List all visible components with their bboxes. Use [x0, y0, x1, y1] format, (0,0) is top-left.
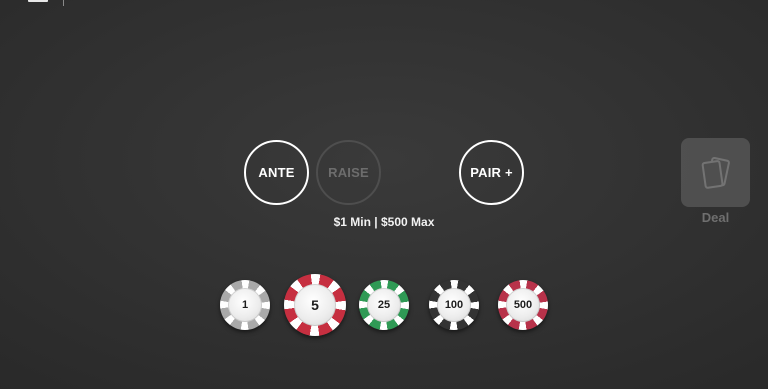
chip-face: 1	[228, 288, 262, 322]
table-limits: $1 Min | $500 Max	[333, 215, 435, 229]
chip-face: 500	[506, 288, 540, 322]
chip-face: 100	[437, 288, 471, 322]
chip-500[interactable]: 500	[498, 280, 548, 330]
chip-face: 5	[293, 283, 337, 327]
pair-plus-bet-spot[interactable]: PAIR +	[459, 140, 524, 205]
chip-value: 500	[513, 299, 533, 311]
ante-label: ANTE	[258, 165, 295, 180]
chip-value: 25	[377, 299, 391, 311]
chip-value: 5	[311, 297, 319, 313]
deal-label: Deal	[701, 210, 730, 225]
raise-bet-spot: RAISE	[316, 140, 381, 205]
chip-face: 25	[367, 288, 401, 322]
header-divider	[63, 0, 64, 6]
raise-label: RAISE	[328, 165, 369, 180]
deal-control: Deal	[681, 138, 750, 225]
cards-icon	[701, 156, 730, 189]
chip-100[interactable]: 100	[429, 280, 479, 330]
chip-value: 100	[444, 299, 464, 311]
chip-1[interactable]: 1	[220, 280, 270, 330]
chip-value: 1	[241, 299, 249, 311]
logo-fragment	[28, 0, 48, 2]
pair-plus-label: PAIR +	[470, 165, 513, 180]
chip-5[interactable]: 5	[284, 274, 346, 336]
ante-bet-spot[interactable]: ANTE	[244, 140, 309, 205]
deal-button[interactable]	[681, 138, 750, 207]
chip-25[interactable]: 25	[359, 280, 409, 330]
